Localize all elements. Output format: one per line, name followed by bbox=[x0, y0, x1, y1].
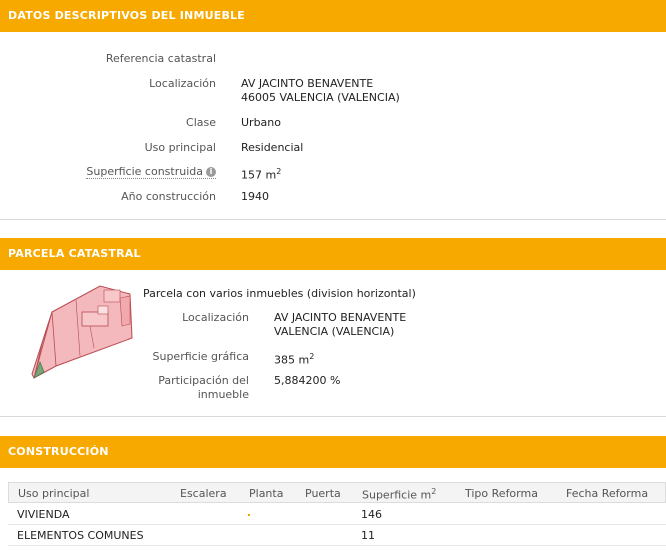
label-anio-construccion: Año construcción bbox=[121, 190, 216, 203]
label-superficie-construida: Superficie construida i bbox=[86, 165, 216, 179]
value-anio-construccion: 1940 bbox=[241, 190, 269, 203]
section-header-parcela: PARCELA CATASTRAL bbox=[0, 238, 666, 270]
row-marker bbox=[248, 514, 250, 516]
section-header-construccion: CONSTRUCCIÓN bbox=[0, 436, 666, 468]
td-superficie: 11 bbox=[361, 529, 375, 542]
td-uso: ELEMENTOS COMUNES bbox=[17, 529, 144, 542]
unit-superscript: 2 bbox=[276, 167, 282, 176]
th-superficie: Superficie m2 bbox=[362, 487, 436, 502]
section-title-construccion: CONSTRUCCIÓN bbox=[8, 445, 109, 458]
parcel-map-image[interactable] bbox=[30, 284, 136, 380]
info-icon[interactable]: i bbox=[206, 167, 216, 177]
value-clase: Urbano bbox=[241, 116, 281, 129]
panel-parcela-catastral: Parcela con varios inmuebles (division h… bbox=[0, 270, 666, 417]
value-superficie-construida: 157 m2 bbox=[241, 165, 281, 183]
parcel-value-localizacion-line1: AV JACINTO BENAVENTE bbox=[274, 311, 407, 324]
section-title-parcela: PARCELA CATASTRAL bbox=[8, 247, 141, 260]
parcel-value-superficie-grafica-number: 385 m bbox=[274, 353, 310, 367]
label-clase: Clase bbox=[186, 116, 216, 129]
parcel-value-localizacion-line2: VALENCIA (VALENCIA) bbox=[274, 325, 395, 338]
th-escalera: Escalera bbox=[180, 487, 227, 500]
table-row: ELEMENTOS COMUNES 11 bbox=[8, 525, 666, 546]
th-superficie-text: Superficie m bbox=[362, 488, 432, 502]
section-header-datos: DATOS DESCRIPTIVOS DEL INMUEBLE bbox=[0, 0, 666, 32]
parcel-label-localizacion: Localización bbox=[182, 311, 249, 324]
value-superficie-construida-number: 157 m bbox=[241, 168, 277, 182]
table-row: VIVIENDA 146 bbox=[8, 504, 666, 525]
value-uso-principal: Residencial bbox=[241, 141, 304, 154]
value-localizacion-line1: AV JACINTO BENAVENTE bbox=[241, 77, 374, 90]
parcel-label-superficie-grafica: Superficie gráfica bbox=[152, 350, 250, 363]
panel-datos-descriptivos: Referencia catastral Localización AV JAC… bbox=[0, 32, 666, 220]
th-tipo-reforma: Tipo Reforma bbox=[465, 487, 538, 500]
unit-superscript: 2 bbox=[431, 487, 437, 496]
th-fecha-reforma: Fecha Reforma bbox=[566, 487, 649, 500]
parcel-label-participacion-2: inmueble bbox=[197, 388, 249, 401]
th-planta: Planta bbox=[249, 487, 284, 500]
parcel-value-participacion: 5,884200 % bbox=[274, 374, 341, 387]
unit-superscript: 2 bbox=[309, 352, 315, 361]
table-header-row: Uso principal Escalera Planta Puerta Sup… bbox=[8, 482, 666, 503]
value-localizacion-line2: 46005 VALENCIA (VALENCIA) bbox=[241, 91, 400, 104]
label-localizacion: Localización bbox=[149, 77, 216, 90]
parcel-label-participacion-1: Participación del bbox=[158, 374, 249, 387]
label-uso-principal: Uso principal bbox=[144, 141, 216, 154]
label-superficie-construida-text: Superficie construida bbox=[86, 165, 203, 178]
label-referencia-catastral: Referencia catastral bbox=[105, 52, 216, 65]
th-puerta: Puerta bbox=[305, 487, 341, 500]
td-superficie: 146 bbox=[361, 508, 382, 521]
th-uso-principal: Uso principal bbox=[18, 487, 90, 500]
section-title-datos: DATOS DESCRIPTIVOS DEL INMUEBLE bbox=[8, 9, 245, 22]
td-uso: VIVIENDA bbox=[17, 508, 70, 521]
parcel-caption: Parcela con varios inmuebles (division h… bbox=[143, 287, 416, 300]
parcel-value-superficie-grafica: 385 m2 bbox=[274, 350, 314, 368]
